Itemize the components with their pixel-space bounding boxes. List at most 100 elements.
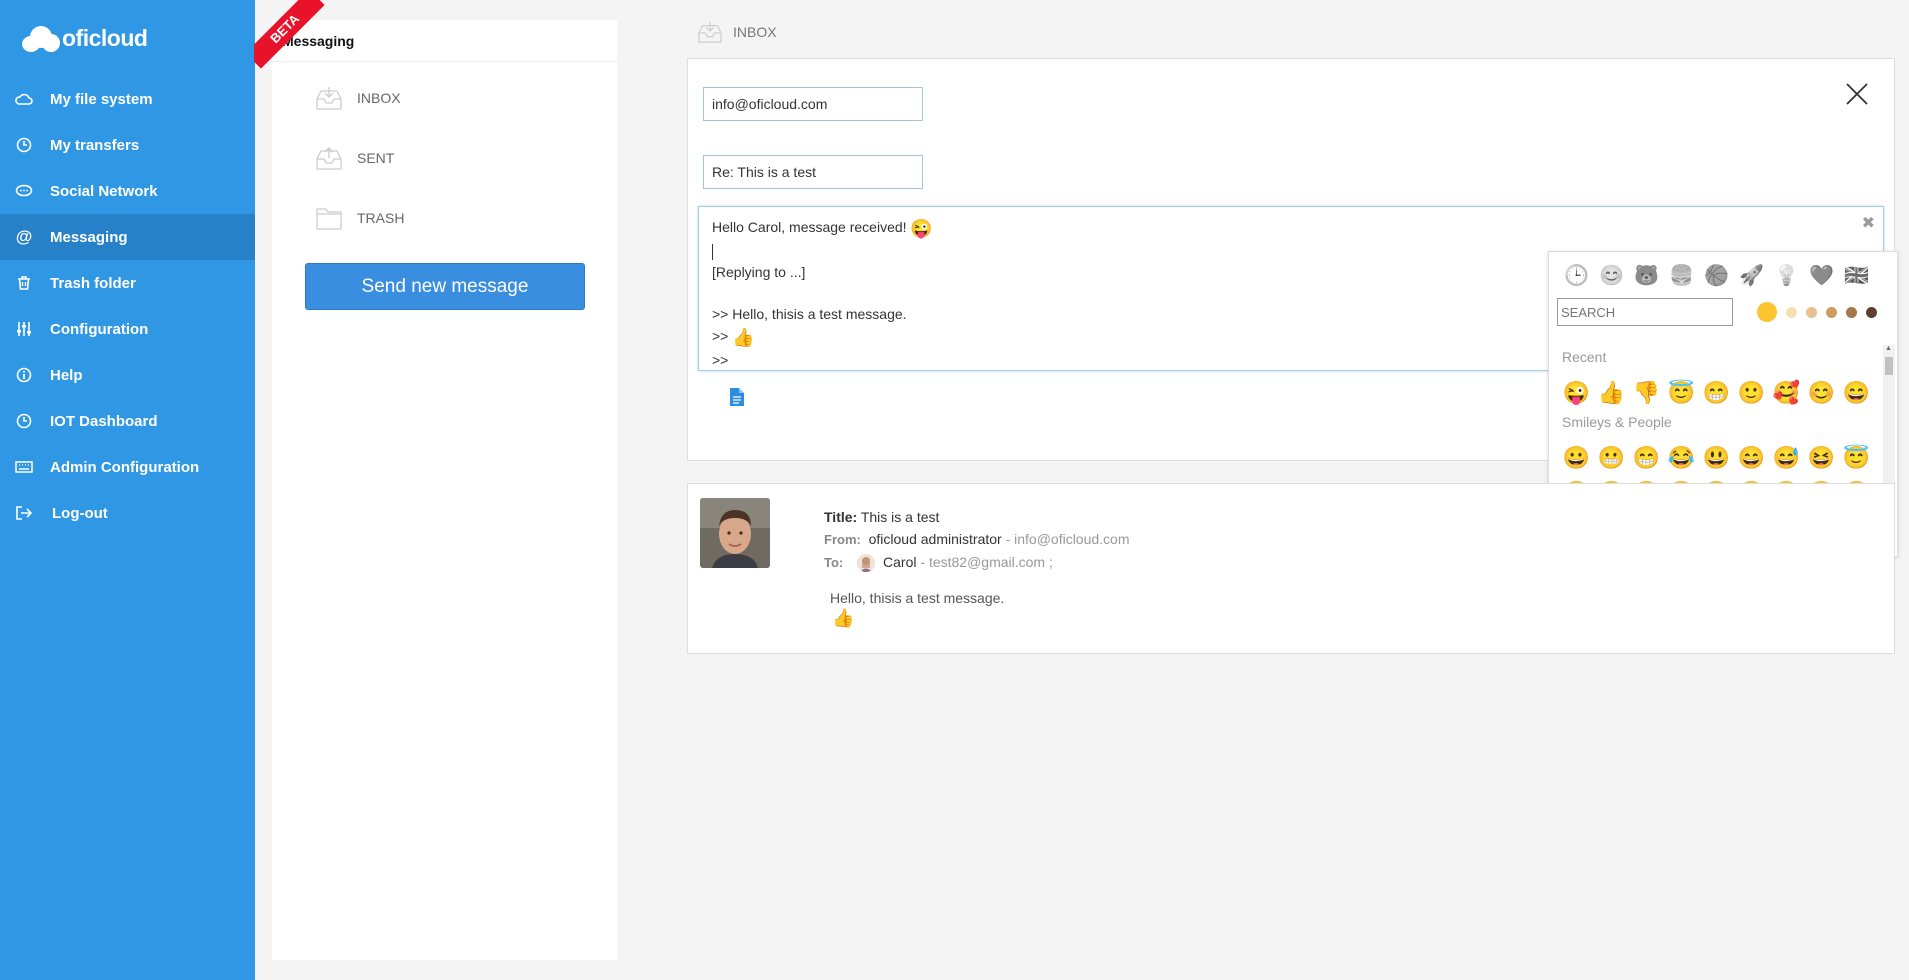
food-category-icon[interactable]: 🍔 xyxy=(1664,260,1699,290)
editor-close-icon[interactable]: ✖ xyxy=(1862,213,1875,235)
emoji-button[interactable]: 😂 xyxy=(1664,440,1699,475)
close-icon[interactable] xyxy=(1844,81,1870,107)
emoji-button[interactable]: 👎 xyxy=(1629,375,1664,410)
emoji-search-input[interactable] xyxy=(1557,298,1733,326)
symbols-category-icon[interactable]: 💜 xyxy=(1804,260,1839,290)
objects-category-icon[interactable]: 💡 xyxy=(1769,260,1804,290)
folder-trash[interactable]: TRASH xyxy=(272,188,617,248)
emoji-row: 😜 👍 👎 😇 😁 🙂 🥰 😊 😄 xyxy=(1559,375,1881,410)
emoji-button[interactable]: 🙂 xyxy=(1734,375,1769,410)
emoji-button[interactable]: 😄 xyxy=(1734,440,1769,475)
emoji-button[interactable]: 😅 xyxy=(1769,440,1804,475)
sidebar-item-label: Trash folder xyxy=(50,274,136,292)
animals-category-icon[interactable]: 🐻 xyxy=(1629,260,1664,290)
emoji-button[interactable]: 😄 xyxy=(1839,375,1874,410)
emoji-button[interactable]: 😬 xyxy=(1594,440,1629,475)
title-label: Title: xyxy=(824,509,858,525)
folder-icon xyxy=(316,208,342,230)
scroll-thumb[interactable] xyxy=(1885,357,1893,375)
sidebar-item-iot-dashboard[interactable]: IOT Dashboard xyxy=(0,398,255,444)
cloud-icon xyxy=(14,89,34,109)
emoji-button[interactable]: 😊 xyxy=(1804,375,1839,410)
text-caret xyxy=(712,243,713,260)
sidebar: oficloud My file system My transfers Soc… xyxy=(0,0,255,980)
app-logo[interactable]: oficloud xyxy=(22,18,148,58)
skin-tone-option[interactable] xyxy=(1757,302,1777,322)
folders-panel: BETA Messaging INBOX SENT TRASH Send new… xyxy=(254,0,617,960)
recent-section-title: Recent xyxy=(1562,349,1607,365)
skin-tone-option[interactable] xyxy=(1786,306,1797,318)
folder-label: TRASH xyxy=(357,210,405,226)
keyboard-icon xyxy=(14,457,34,477)
chat-icon xyxy=(14,181,34,201)
sidebar-item-label: Social Network xyxy=(50,182,158,200)
wink-tongue-emoji: 😜 xyxy=(910,218,933,239)
skin-tone-option[interactable] xyxy=(1866,306,1877,318)
sidebar-item-trash-folder[interactable]: Trash folder xyxy=(0,260,255,306)
info-icon xyxy=(14,365,34,385)
sidebar-item-label: Messaging xyxy=(50,228,128,246)
subject-field[interactable] xyxy=(703,155,923,189)
from-name: oficloud administrator xyxy=(868,531,1002,547)
emoji-search-row xyxy=(1549,298,1897,326)
sidebar-item-social-network[interactable]: Social Network xyxy=(0,168,255,214)
scroll-up-icon[interactable]: ▲ xyxy=(1885,345,1892,352)
emoji-button[interactable]: 😇 xyxy=(1664,375,1699,410)
document-icon[interactable] xyxy=(729,387,745,407)
sidebar-item-messaging[interactable]: @ Messaging xyxy=(0,214,255,260)
sidebar-item-log-out[interactable]: Log-out xyxy=(0,490,255,536)
editor-line: Hello Carol, message received! 😜 xyxy=(712,216,1870,239)
emoji-category-bar: 🕒 😊 🐻 🍔 🏀 🚀 💡 💜 🇬🇧 xyxy=(1549,252,1897,292)
sidebar-item-label: IOT Dashboard xyxy=(50,412,158,430)
emoji-button[interactable]: 👍 xyxy=(1594,375,1629,410)
clock-icon xyxy=(14,135,34,155)
message-to-row: To: Carol - test82@gmail.com ; xyxy=(824,551,1130,574)
emoji-button[interactable]: 😀 xyxy=(1559,440,1594,475)
sidebar-item-my-transfers[interactable]: My transfers xyxy=(0,122,255,168)
sidebar-item-label: Log-out xyxy=(52,504,108,522)
emoji-button[interactable]: 😆 xyxy=(1804,440,1839,475)
logout-icon xyxy=(14,503,34,523)
from-email: - info@oficloud.com xyxy=(1005,531,1130,547)
sidebar-item-configuration[interactable]: Configuration xyxy=(0,306,255,352)
folder-label: SENT xyxy=(357,150,395,166)
sidebar-item-label: My transfers xyxy=(50,136,140,154)
skin-tone-option[interactable] xyxy=(1826,306,1837,318)
sidebar-item-help[interactable]: Help xyxy=(0,352,255,398)
folder-label: INBOX xyxy=(357,90,401,106)
thumbs-up-emoji: 👍 xyxy=(732,327,755,348)
emoji-button[interactable]: 😃 xyxy=(1699,440,1734,475)
to-field[interactable] xyxy=(703,87,923,121)
sidebar-item-label: Help xyxy=(50,366,83,384)
smileys-category-icon[interactable]: 😊 xyxy=(1594,260,1629,290)
message-from-row: From: oficloud administrator - info@ofic… xyxy=(824,528,1130,551)
travel-category-icon[interactable]: 🚀 xyxy=(1734,260,1769,290)
skin-tone-option[interactable] xyxy=(1846,306,1857,318)
beta-label: BETA xyxy=(254,0,325,69)
from-label: From: xyxy=(824,532,861,547)
message-card[interactable]: Title: This is a test From: oficloud adm… xyxy=(687,483,1895,654)
skin-tone-option[interactable] xyxy=(1806,306,1817,318)
activity-category-icon[interactable]: 🏀 xyxy=(1699,260,1734,290)
emoji-button[interactable]: 🥰 xyxy=(1769,375,1804,410)
sent-icon xyxy=(316,147,342,170)
emoji-button[interactable]: 😜 xyxy=(1559,375,1594,410)
flags-category-icon[interactable]: 🇬🇧 xyxy=(1839,260,1874,290)
sidebar-item-admin-configuration[interactable]: Admin Configuration xyxy=(0,444,255,490)
recent-category-icon[interactable]: 🕒 xyxy=(1559,260,1594,290)
folder-sent[interactable]: SENT xyxy=(272,128,617,188)
sender-avatar xyxy=(700,498,770,568)
emoji-button[interactable]: 😇 xyxy=(1839,440,1874,475)
emoji-button[interactable]: 😁 xyxy=(1629,440,1664,475)
emoji-button[interactable]: 😁 xyxy=(1699,375,1734,410)
thumbs-up-emoji: 👍 xyxy=(832,608,855,628)
message-meta: Title: This is a test From: oficloud adm… xyxy=(824,506,1130,574)
editor-text: Hello Carol, message received! xyxy=(712,219,907,235)
sidebar-item-my-file-system[interactable]: My file system xyxy=(0,76,255,122)
clock-icon xyxy=(14,411,34,431)
main-nav: My file system My transfers Social Netwo… xyxy=(0,76,255,536)
sliders-icon xyxy=(14,319,34,339)
send-new-message-button[interactable]: Send new message xyxy=(305,263,585,310)
sidebar-item-label: Admin Configuration xyxy=(50,458,200,476)
recipient-avatar xyxy=(857,554,876,573)
